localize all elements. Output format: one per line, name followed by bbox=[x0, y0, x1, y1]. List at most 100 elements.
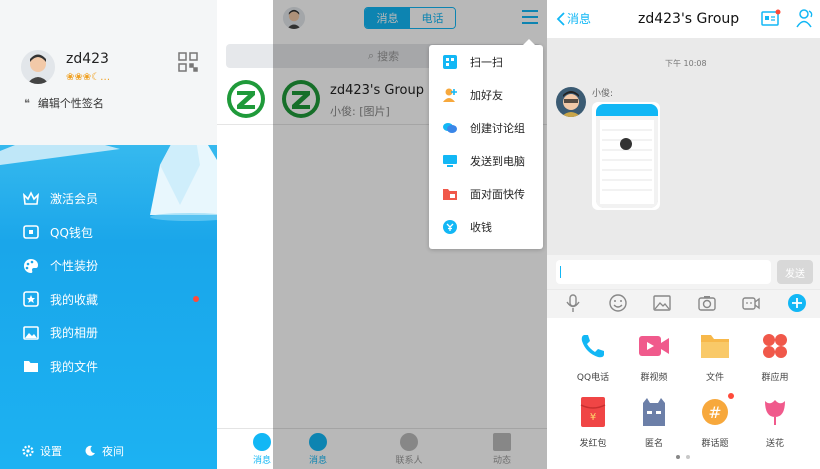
tab-label: 消息 bbox=[252, 456, 271, 466]
screenshot-thumbnail[interactable] bbox=[596, 104, 658, 208]
menu-label: 个性装扮 bbox=[50, 259, 99, 274]
computer-icon bbox=[442, 153, 458, 169]
microphone-icon[interactable] bbox=[563, 293, 583, 313]
grid-label: 送花 bbox=[765, 439, 784, 449]
grid-item-group-topic[interactable]: # 群话题 bbox=[685, 393, 745, 449]
popup-label: 创建讨论组 bbox=[470, 122, 525, 135]
grid-label: 发红包 bbox=[579, 439, 607, 449]
notification-dot bbox=[728, 393, 734, 399]
crown-icon bbox=[22, 190, 40, 208]
popup-label: 发送到电脑 bbox=[470, 155, 525, 168]
money-icon bbox=[442, 219, 458, 235]
popup-label: 面对面快传 bbox=[470, 188, 525, 201]
drawer-footer: 设置 夜间 bbox=[0, 440, 217, 462]
video-sticker-icon[interactable] bbox=[741, 293, 761, 313]
menu-label: 我的文件 bbox=[50, 359, 99, 374]
grid-label: 匿名 bbox=[644, 439, 663, 449]
grid-item-qq-call[interactable]: QQ电话 bbox=[563, 330, 623, 383]
grid-item-anonymous[interactable]: 匿名 bbox=[624, 396, 684, 449]
night-label: 夜间 bbox=[102, 445, 124, 458]
message-input[interactable] bbox=[556, 260, 771, 284]
face-transfer-icon bbox=[442, 186, 458, 202]
menu-item-album[interactable]: 我的相册 bbox=[0, 316, 217, 350]
chat-header: 消息 zd423's Group bbox=[547, 0, 820, 38]
sender-avatar[interactable] bbox=[556, 87, 586, 117]
video-icon bbox=[638, 330, 670, 362]
grid-item-red-packet[interactable]: ¥ 发红包 bbox=[563, 396, 623, 449]
side-drawer: zd423 ❀❀❀☾… ❝ 编辑个性签名 激活会员 QQ钱包 个性装扮 我的收藏 … bbox=[0, 0, 217, 469]
grid-label: QQ电话 bbox=[576, 373, 610, 383]
popup-item-face-transfer[interactable]: 面对面快传 bbox=[429, 180, 543, 208]
menu-item-theme[interactable]: 个性装扮 bbox=[0, 249, 217, 283]
input-row: 发送 bbox=[547, 255, 820, 289]
menu-label: 我的相册 bbox=[50, 326, 99, 341]
red-packet-icon: ¥ bbox=[577, 396, 609, 428]
popup-item-discussion[interactable]: 创建讨论组 bbox=[429, 114, 543, 142]
message-timestamp: 下午 10:08 bbox=[665, 59, 707, 68]
profile-avatar[interactable] bbox=[21, 50, 55, 84]
popup-label: 扫一扫 bbox=[470, 56, 503, 69]
plus-popup-menu: 扫一扫 加好友 创建讨论组 发送到电脑 面对面快传 收钱 bbox=[429, 39, 543, 249]
palette-icon bbox=[22, 257, 40, 275]
scan-icon bbox=[442, 54, 458, 70]
edit-signature[interactable]: ❝ 编辑个性签名 bbox=[24, 95, 104, 111]
menu-item-favorites[interactable]: 我的收藏 bbox=[0, 283, 217, 317]
anonymous-icon bbox=[638, 396, 670, 428]
page-dot bbox=[686, 455, 690, 459]
menu-label: QQ钱包 bbox=[50, 225, 93, 240]
topic-icon: # bbox=[699, 393, 734, 428]
drawer-menu: 激活会员 QQ钱包 个性装扮 我的收藏 我的相册 我的文件 bbox=[0, 182, 217, 383]
settings-label: 设置 bbox=[40, 445, 62, 458]
group-card-icon[interactable] bbox=[761, 9, 781, 27]
grid-label: 文件 bbox=[705, 373, 724, 383]
menu-label: 激活会员 bbox=[50, 192, 99, 207]
settings-button[interactable]: 设置 bbox=[22, 443, 62, 459]
page-indicator bbox=[676, 455, 690, 459]
phone-icon bbox=[577, 330, 609, 362]
popup-item-scan[interactable]: 扫一扫 bbox=[429, 48, 543, 76]
back-button[interactable]: 消息 bbox=[556, 10, 591, 27]
grid-item-group-video[interactable]: 群视频 bbox=[624, 330, 684, 383]
feature-grid: QQ电话 群视频 文件 群应用 ¥ 发红包 匿名 # 群话题 送花 bbox=[547, 318, 820, 469]
menu-item-files[interactable]: 我的文件 bbox=[0, 350, 217, 384]
sender-name: 小俊: bbox=[592, 89, 614, 99]
add-friend-icon bbox=[442, 87, 458, 103]
night-mode-button[interactable]: 夜间 bbox=[84, 443, 124, 459]
svg-text:¥: ¥ bbox=[590, 412, 596, 423]
plus-circle-icon[interactable] bbox=[787, 293, 807, 313]
back-label: 消息 bbox=[567, 12, 592, 26]
popup-item-add-friend[interactable]: 加好友 bbox=[429, 81, 543, 109]
grid-label: 群视频 bbox=[640, 373, 668, 383]
send-button[interactable]: 发送 bbox=[777, 260, 813, 284]
emoji-icon[interactable] bbox=[608, 293, 628, 313]
grid-item-send-flower[interactable]: 送花 bbox=[745, 396, 805, 449]
popup-item-send-to-pc[interactable]: 发送到电脑 bbox=[429, 147, 543, 175]
menu-item-vip[interactable]: 激活会员 bbox=[0, 182, 217, 216]
group-avatar-z-icon bbox=[227, 80, 265, 118]
grid-label: 群应用 bbox=[761, 373, 789, 383]
photo-icon bbox=[22, 324, 40, 342]
image-icon[interactable] bbox=[652, 293, 672, 313]
page-dot-active bbox=[676, 455, 680, 459]
message-tab-icon bbox=[253, 433, 271, 451]
chevron-left-icon bbox=[556, 11, 565, 26]
chat-title: zd423's Group bbox=[638, 11, 740, 27]
grid-item-file[interactable]: 文件 bbox=[685, 330, 745, 383]
group-chat-screen: 消息 zd423's Group 下午 10:08 小俊: 发送 QQ电话 群视… bbox=[547, 0, 820, 469]
quote-icon: ❝ bbox=[24, 97, 30, 110]
menu-item-wallet[interactable]: QQ钱包 bbox=[0, 216, 217, 250]
discussion-icon bbox=[442, 120, 458, 136]
camera-icon[interactable] bbox=[697, 293, 717, 313]
popup-item-receive-money[interactable]: 收钱 bbox=[429, 213, 543, 241]
grid-item-group-apps[interactable]: 群应用 bbox=[745, 330, 805, 383]
qr-code-icon[interactable] bbox=[178, 52, 198, 72]
menu-label: 我的收藏 bbox=[50, 292, 99, 307]
svg-text:#: # bbox=[708, 403, 721, 422]
apps-icon bbox=[759, 330, 791, 362]
folder-icon bbox=[699, 330, 731, 362]
flower-icon bbox=[759, 396, 791, 428]
input-toolbar bbox=[547, 290, 820, 318]
gear-icon bbox=[22, 445, 34, 457]
popup-label: 收钱 bbox=[470, 221, 492, 234]
group-members-icon[interactable] bbox=[795, 8, 815, 28]
